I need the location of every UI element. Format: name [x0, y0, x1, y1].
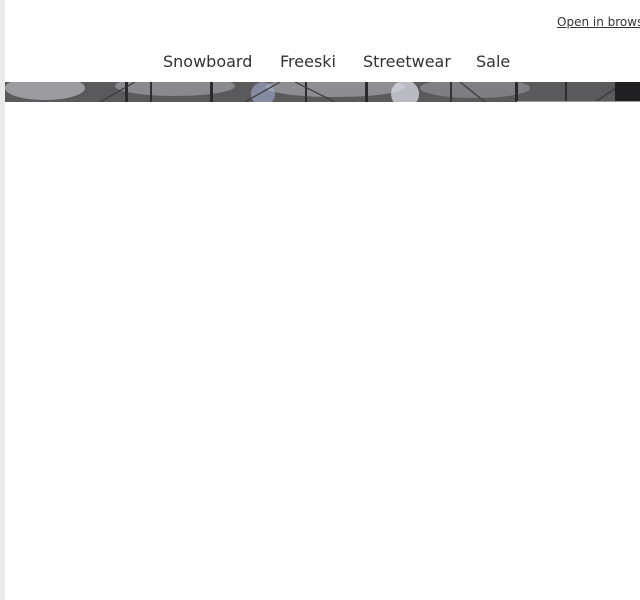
nav-item-snowboard[interactable]: Snowboard: [163, 52, 252, 71]
hero-divider: [517, 101, 640, 102]
hero-image[interactable]: [5, 82, 640, 102]
email-body: Open in browser Snowboard Freeski Street…: [5, 0, 640, 600]
hero-forest-photo: [5, 82, 640, 102]
nav-item-freeski[interactable]: Freeski: [280, 52, 336, 71]
open-in-browser-link[interactable]: Open in browser: [557, 15, 640, 29]
category-nav: Snowboard Freeski Streetwear Sale: [5, 52, 640, 76]
nav-item-sale[interactable]: Sale: [476, 52, 510, 71]
nav-item-streetwear[interactable]: Streetwear: [363, 52, 451, 71]
